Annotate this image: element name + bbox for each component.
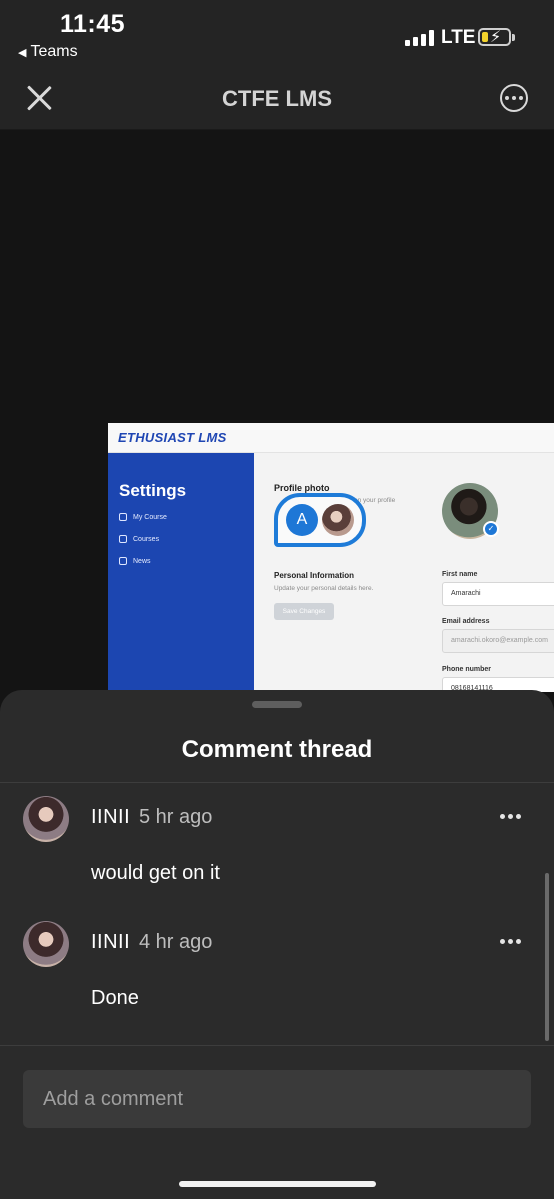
collaborator-photo-avatar <box>322 504 354 536</box>
comment-author: IINII <box>91 931 131 953</box>
lms-topbar: ETHUSIAST LMS <box>108 423 554 453</box>
sheet-grabber-handle[interactable] <box>252 701 302 708</box>
comment-time: 4 hr ago <box>139 931 213 953</box>
lms-settings-panel: Profile photo on your profile A ✓ Person… <box>254 453 554 692</box>
personal-info-title: Personal Information <box>274 571 355 580</box>
first-name-field: Amarachi <box>442 582 554 606</box>
back-to-app-link[interactable]: ◀ Teams <box>18 43 78 61</box>
lms-sidebar-item-courses: Courses <box>119 535 159 543</box>
comment-text: Done <box>91 987 139 1009</box>
back-app-label: Teams <box>30 43 78 60</box>
lms-sidebar-item-my-course: My Course <box>119 513 167 521</box>
save-changes-button: Save Changes <box>274 603 334 620</box>
battery-icon: ⚡ <box>478 28 515 46</box>
comment-item: IINII 4 hr ago Done <box>0 921 554 1031</box>
verified-check-icon: ✓ <box>483 521 499 537</box>
shared-screenshot: ETHUSIAST LMS Settings My Course Courses… <box>108 423 554 692</box>
comment-more-icon[interactable] <box>500 814 526 822</box>
lms-sidebar-item-news: News <box>119 557 151 565</box>
comment-more-icon[interactable] <box>500 939 526 947</box>
network-type: LTE <box>441 27 476 48</box>
lms-sidebar: Settings My Course Courses News <box>108 453 254 692</box>
status-bar: 11:45 ◀ Teams LTE ⚡ <box>0 0 554 66</box>
collaborator-cursor-bubble: A <box>274 493 366 547</box>
grid-icon <box>119 513 127 521</box>
collaborator-initial-avatar: A <box>286 504 318 536</box>
lms-logo: ETHUSIAST LMS <box>118 430 227 445</box>
divider <box>0 782 554 783</box>
home-indicator[interactable] <box>179 1181 376 1187</box>
cellular-signal-icon <box>405 30 435 46</box>
comment-thread-title: Comment thread <box>181 736 373 763</box>
first-name-label: First name <box>442 571 478 578</box>
app-header: CTFE LMS <box>0 66 554 130</box>
personal-info-subtitle: Update your personal details here. <box>274 585 374 592</box>
phone-label: Phone number <box>442 666 492 673</box>
email-field: amarachi.okoro@example.com <box>442 629 554 653</box>
page-title: CTFE LMS <box>222 86 332 111</box>
comment-sheet: Comment thread IINII 5 hr ago would get … <box>0 690 554 1199</box>
comment-text: would get on it <box>91 862 220 884</box>
lms-sidebar-title: Settings <box>119 481 187 500</box>
avatar[interactable] <box>23 921 69 967</box>
back-triangle-icon: ◀ <box>18 46 27 59</box>
email-label: Email address <box>442 618 490 625</box>
status-time: 11:45 <box>60 10 126 38</box>
avatar[interactable] <box>23 796 69 842</box>
more-options-icon[interactable] <box>500 84 528 112</box>
scrollbar[interactable] <box>545 873 549 1041</box>
divider <box>0 1045 554 1046</box>
add-comment-input[interactable] <box>23 1070 531 1128</box>
comment-time: 5 hr ago <box>139 806 213 828</box>
news-icon <box>119 557 127 565</box>
book-icon <box>119 535 127 543</box>
comment-item: IINII 5 hr ago would get on it <box>0 796 554 906</box>
comment-author: IINII <box>91 806 131 828</box>
profile-photo-title: Profile photo <box>274 483 330 493</box>
shared-screen-viewer[interactable]: ETHUSIAST LMS Settings My Course Courses… <box>0 130 554 692</box>
